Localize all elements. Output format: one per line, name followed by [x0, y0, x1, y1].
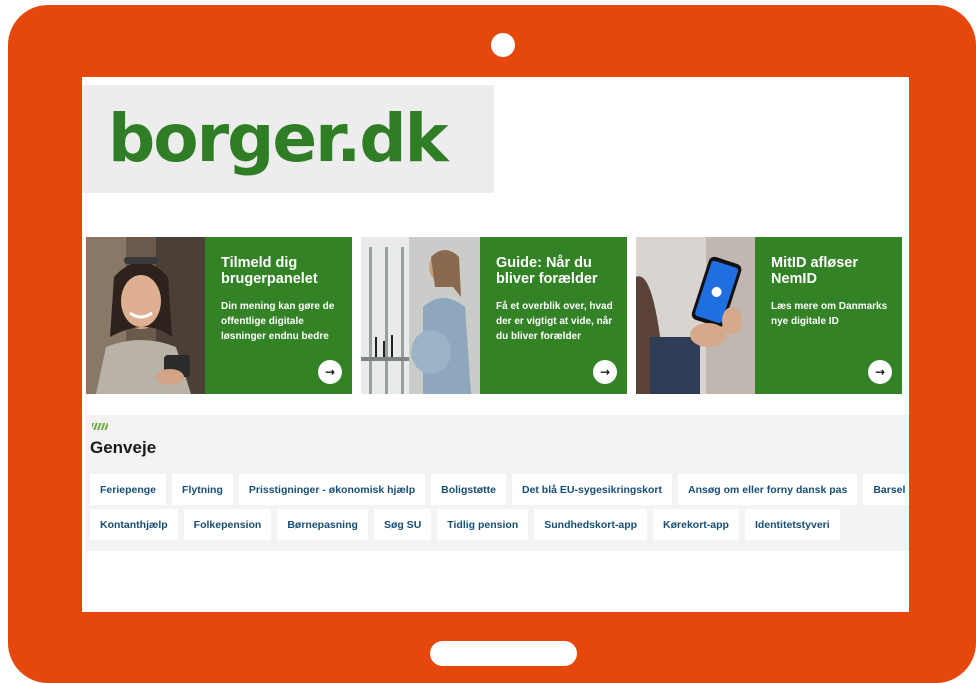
card-mitid[interactable]: MitID afløser NemID Læs mere om Danmarks… [636, 237, 902, 394]
shortcut-link[interactable]: Barsel [863, 474, 909, 505]
arrow-right-icon[interactable]: → [593, 360, 617, 384]
card-title: Tilmeld dig brugerpanelet [221, 255, 318, 287]
shortcut-link[interactable]: Kontanthjælp [90, 509, 178, 540]
shortcut-row-1: Feriepenge Flytning Prisstigninger - øko… [90, 474, 909, 505]
woman-smiling-photo [86, 237, 205, 394]
camera-icon [491, 33, 515, 57]
shortcut-row-2: Kontanthjælp Folkepension Børnepasning S… [90, 509, 840, 540]
card-title: Guide: Når du bliver forælder [496, 255, 598, 287]
home-button[interactable] [430, 641, 577, 666]
shortcut-link[interactable]: Feriepenge [90, 474, 167, 505]
shortcut-link[interactable]: Sundhedskort-app [534, 509, 648, 540]
shortcut-link[interactable]: Søg SU [373, 509, 432, 540]
shortcut-link[interactable]: Tidlig pension [437, 509, 529, 540]
shortcut-link[interactable]: Prisstigninger - økonomisk hjælp [238, 474, 426, 505]
shortcut-link[interactable]: Boligstøtte [431, 474, 506, 505]
arrow-right-icon[interactable]: → [318, 360, 342, 384]
shortcut-link[interactable]: Flytning [172, 474, 233, 505]
card-text: Læs mere om Danmarks nye digitale ID [771, 301, 888, 327]
shortcuts-section: Genveje Feriepenge Flytning Prisstigning… [86, 415, 909, 551]
card-body: Guide: Når du bliver forælder Få et over… [480, 237, 627, 394]
shortcut-link[interactable]: Børnepasning [277, 509, 368, 540]
logo[interactable]: borger.dk [82, 85, 494, 193]
card-foraelder-guide[interactable]: Guide: Når du bliver forælder Få et over… [361, 237, 627, 394]
card-body: Tilmeld dig brugerpanelet Din mening kan… [205, 237, 352, 394]
screen: borger.dk Tilmeld dig brugerpanelet Din … [82, 77, 909, 612]
section-title: Genveje [90, 438, 157, 457]
shortcut-link[interactable]: Ansøg om eller forny dansk pas [678, 474, 858, 505]
shortcut-link[interactable]: Identitetstyveri [744, 509, 840, 540]
shortcut-link[interactable]: Det blå EU-sygesikringskort [511, 474, 673, 505]
shortcut-link[interactable]: Kørekort-app [653, 509, 739, 540]
pregnant-woman-photo [361, 237, 480, 394]
stripes-icon [92, 423, 108, 430]
phone-in-hand-photo [636, 237, 755, 394]
card-text: Din mening kan gøre de offentlige digita… [221, 301, 335, 342]
card-body: MitID afløser NemID Læs mere om Danmarks… [755, 237, 902, 394]
card-brugerpanel[interactable]: Tilmeld dig brugerpanelet Din mening kan… [86, 237, 352, 394]
card-text: Få et overblik over, hvad der er vigtigt… [496, 301, 613, 342]
shortcut-link[interactable]: Folkepension [183, 509, 272, 540]
arrow-right-icon[interactable]: → [868, 360, 892, 384]
logo-text: borger.dk [108, 100, 448, 177]
card-title: MitID afløser NemID [771, 255, 859, 287]
